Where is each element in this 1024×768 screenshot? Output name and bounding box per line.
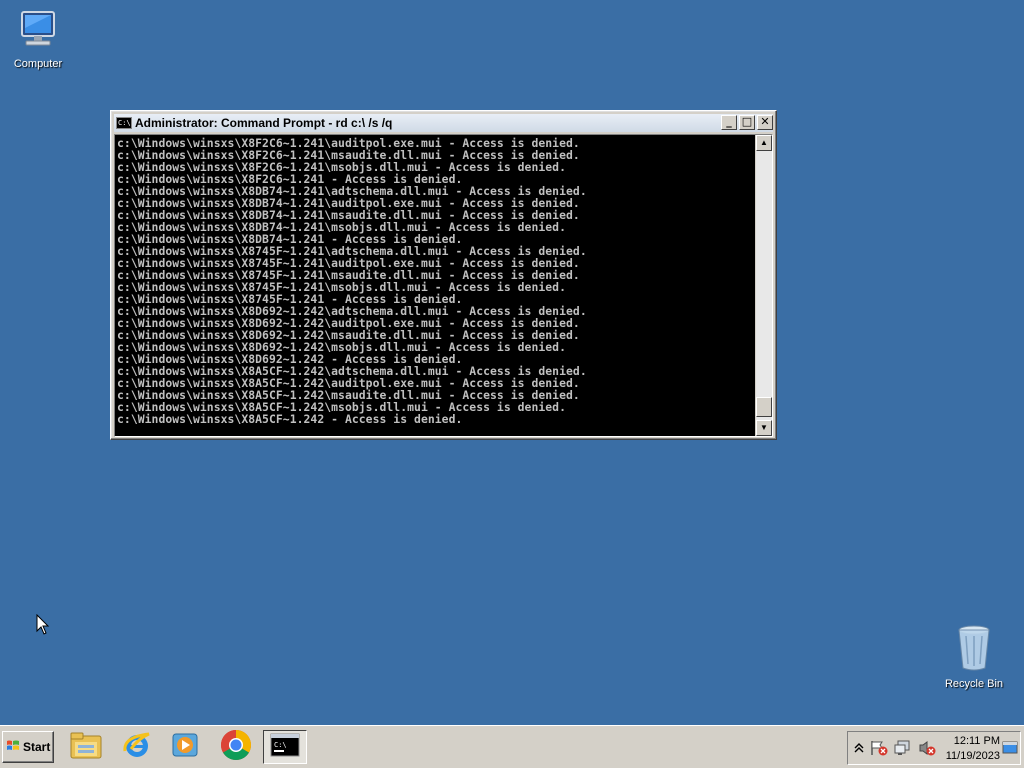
taskbar-command-prompt[interactable]: C:\	[263, 730, 307, 764]
taskbar-file-explorer[interactable]	[64, 730, 108, 764]
scroll-down-button[interactable]: ▼	[756, 420, 772, 436]
svg-text:C:\: C:\	[274, 741, 287, 749]
scrollbar-thumb[interactable]	[756, 397, 772, 417]
window-titlebar[interactable]: C:\ Administrator: Command Prompt - rd c…	[114, 114, 773, 132]
command-prompt-icon: C:\	[270, 733, 300, 762]
taskbar-clock[interactable]: 12:11 PM 11/19/2023	[942, 734, 1000, 764]
taskbar-chrome[interactable]	[214, 729, 258, 766]
network-icon[interactable]	[894, 740, 912, 756]
computer-icon	[0, 8, 76, 55]
taskbar-media-player[interactable]	[163, 730, 207, 764]
maximize-button[interactable]: □	[739, 115, 755, 130]
desktop-icon-label: Computer	[13, 58, 63, 70]
start-label: Start	[23, 740, 51, 754]
clock-time: 12:11 PM	[953, 735, 1000, 747]
recycle-bin-icon	[936, 624, 1012, 675]
scroll-up-button[interactable]: ▲	[756, 135, 772, 151]
show-desktop-icon[interactable]	[1002, 741, 1018, 760]
desktop-icon-computer[interactable]: Computer	[0, 8, 76, 70]
file-explorer-icon	[69, 730, 103, 765]
volume-muted-icon[interactable]	[918, 740, 936, 756]
internet-explorer-icon	[121, 729, 153, 766]
mouse-cursor-icon	[36, 613, 50, 641]
window-title: Administrator: Command Prompt - rd c:\ /…	[135, 116, 393, 130]
system-tray: 12:11 PM 11/19/2023	[847, 731, 1021, 765]
console-line: c:\Windows\winsxs\X8A5CF~1.242 - Access …	[117, 412, 463, 426]
desktop-icon-label: Recycle Bin	[944, 678, 1004, 690]
close-button[interactable]: ✕	[757, 115, 773, 130]
media-player-icon	[170, 730, 200, 765]
minimize-button[interactable]: _	[721, 115, 737, 130]
start-button[interactable]: Start	[2, 731, 54, 763]
action-center-flag-icon[interactable]	[870, 740, 888, 756]
command-prompt-window[interactable]: C:\ Administrator: Command Prompt - rd c…	[110, 110, 777, 440]
desktop-icon-recycle-bin[interactable]: Recycle Bin	[936, 624, 1012, 690]
taskbar-internet-explorer[interactable]	[115, 730, 159, 764]
chrome-icon	[220, 729, 252, 766]
show-hidden-icons-chevron-icon[interactable]	[854, 742, 864, 754]
vertical-scrollbar[interactable]: ▲ ▼	[755, 135, 772, 436]
windows-logo-icon	[6, 739, 20, 756]
console-output[interactable]: c:\Windows\winsxs\X8F2C6~1.241\auditpol.…	[115, 135, 755, 436]
command-prompt-icon: C:\	[116, 117, 132, 129]
taskbar: Start C:\ 12:11 PM 11/19/2023	[0, 725, 1024, 768]
clock-date: 11/19/2023	[945, 750, 1000, 762]
